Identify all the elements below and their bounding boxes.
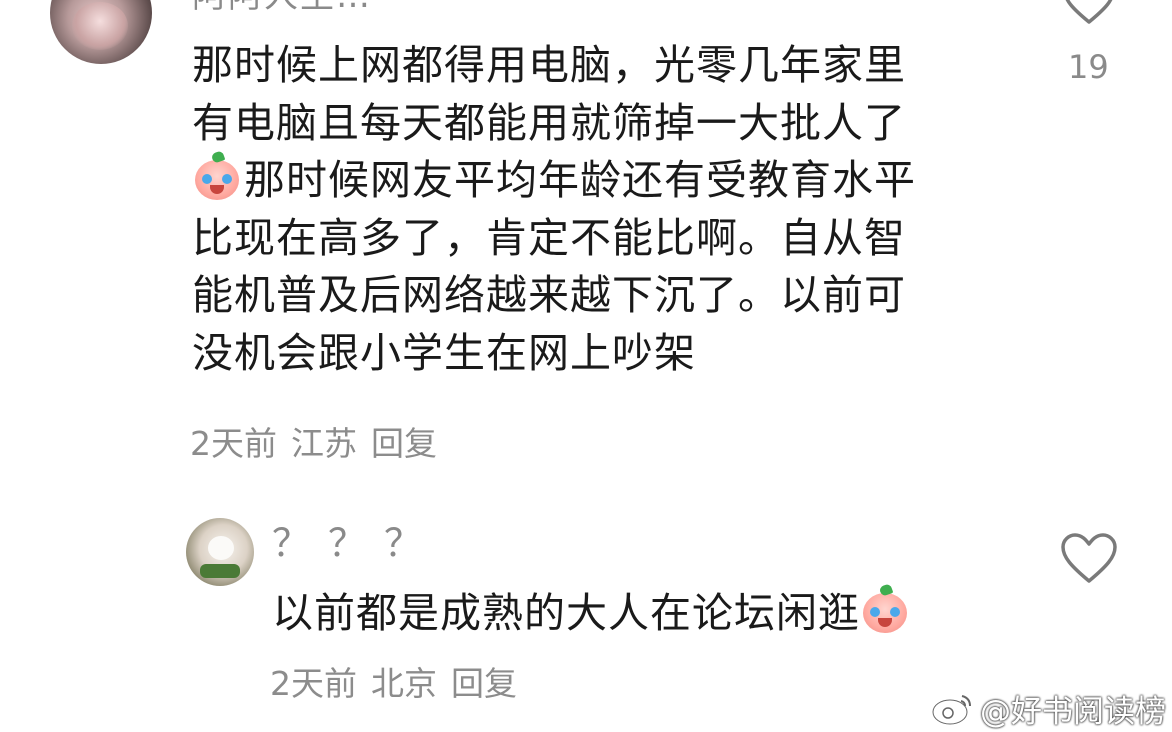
comment-meta: 2天前 江苏 回复 <box>190 424 451 464</box>
reply-button[interactable]: 回复 <box>451 664 517 703</box>
heart-icon[interactable] <box>1060 533 1118 585</box>
comment-line: 那时候上网都得用电脑，光零几年家里 <box>192 41 906 89</box>
heart-icon[interactable] <box>1062 0 1116 26</box>
comment-line: 比现在高多了，肯定不能比啊。自从智 <box>192 213 906 262</box>
comment-time: 2天前 <box>270 664 357 703</box>
reply-button[interactable]: 回复 <box>371 424 437 463</box>
comment-time: 2天前 <box>190 424 277 463</box>
crying-laughing-emoji-icon <box>192 150 242 202</box>
comment-location: 北京 <box>371 664 437 703</box>
comment-line: 有电脑且每天都能用就筛掉一大批人了 <box>192 98 906 147</box>
comment-line: 没机会跟小学生在网上吵架 <box>192 328 696 377</box>
crying-laughing-emoji-icon <box>860 583 910 635</box>
watermark: @好书阅读榜 <box>930 686 1166 731</box>
comment-line: 那时候网友平均年龄还有受教育水平 <box>192 150 1012 210</box>
comment-text: 以前都是成熟的大人在论坛闲逛 <box>272 583 992 643</box>
avatar[interactable] <box>186 518 254 586</box>
username[interactable]: 阿阿人生… <box>192 0 372 16</box>
comment-meta: 2天前 北京 回复 <box>270 664 531 704</box>
like-count: 19 <box>1068 48 1109 86</box>
comment-line: 能机普及后网络越来越下沉了。以前可 <box>192 271 906 320</box>
comment-location: 江苏 <box>291 424 357 463</box>
username[interactable]: ？？？ <box>272 520 440 566</box>
weibo-icon <box>931 694 971 725</box>
comment-text: 那时候上网都得用电脑，光零几年家里 有电脑且每天都能用就筛掉一大批人了 那时候网… <box>192 37 1012 383</box>
comment-line: 以前都是成熟的大人在论坛闲逛 <box>272 589 860 637</box>
avatar[interactable] <box>50 0 152 64</box>
watermark-text: @好书阅读榜 <box>980 694 1166 730</box>
